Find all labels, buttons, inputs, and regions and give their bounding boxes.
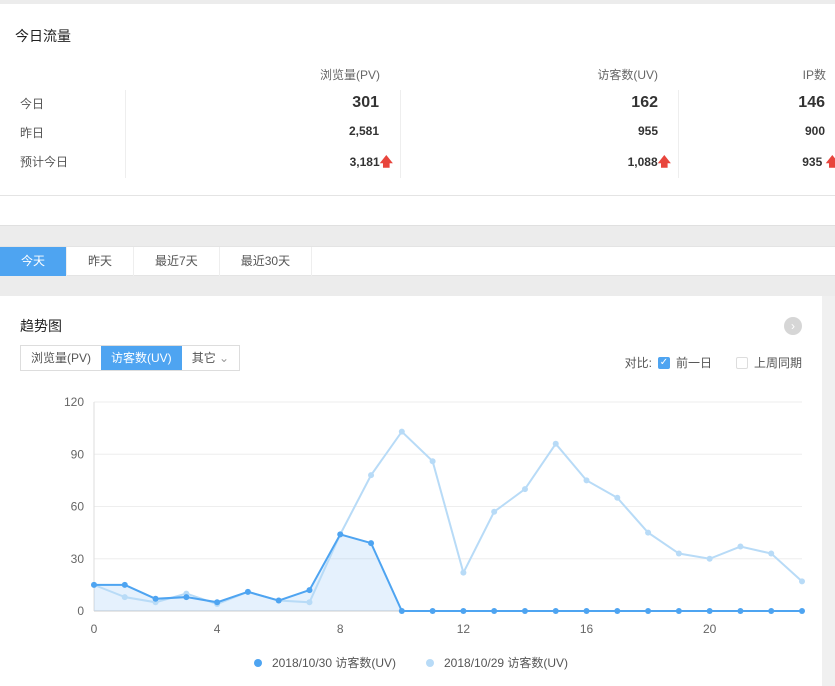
- data-point: [398, 428, 405, 435]
- data-point: [614, 608, 621, 614]
- data-point: [737, 543, 744, 550]
- x-tick-label: 16: [580, 622, 594, 636]
- legend-today[interactable]: 2018/10/30 访客数(UV): [253, 654, 396, 671]
- trend-card: 趋势图 › 浏览量(PV) 访客数(UV) 其它 ⌄ 对比: ✓ 前一日 上周同…: [0, 296, 822, 686]
- data-point: [645, 608, 652, 614]
- x-tick-label: 20: [703, 622, 717, 636]
- x-tick-label: 8: [337, 622, 344, 636]
- data-point: [183, 594, 190, 601]
- x-tick-label: 4: [214, 622, 221, 636]
- today-ip: 146: [798, 94, 825, 111]
- row-label-forecast: 预计今日: [20, 155, 69, 169]
- data-point: [675, 550, 682, 557]
- today-pv: 301: [352, 94, 379, 111]
- data-point: [706, 555, 713, 562]
- legend-prev[interactable]: 2018/10/29 访客数(UV): [426, 654, 568, 671]
- data-point: [675, 608, 682, 614]
- x-tick-label: 0: [91, 622, 98, 636]
- data-point: [275, 597, 282, 604]
- series-line: [93, 430, 803, 606]
- y-tick-label: 90: [71, 447, 85, 461]
- data-point: [429, 608, 436, 614]
- yesterday-uv: 955: [637, 124, 658, 138]
- col-uv: 访客数(UV): [597, 68, 658, 82]
- data-point: [521, 608, 528, 614]
- data-point: [768, 608, 775, 614]
- forecast-pv: 3,181: [349, 155, 380, 169]
- forecast-ip: 935: [802, 155, 823, 169]
- traffic-title: 今日流量: [15, 28, 71, 44]
- y-tick-label: 60: [71, 500, 85, 514]
- tab-today[interactable]: 今天: [0, 247, 68, 276]
- data-point: [121, 594, 128, 601]
- arrow-up-icon: 🡅: [825, 154, 835, 169]
- data-point: [768, 550, 775, 557]
- data-point: [214, 599, 221, 606]
- data-point: [706, 608, 713, 614]
- y-tick-label: 120: [64, 395, 84, 409]
- data-point: [491, 508, 498, 515]
- data-point: [583, 608, 590, 614]
- data-point: [737, 608, 744, 614]
- data-point: [306, 587, 313, 594]
- data-point: [552, 440, 559, 447]
- data-point: [799, 578, 805, 585]
- data-point: [368, 472, 375, 479]
- today-uv: 162: [631, 94, 658, 111]
- data-point: [460, 569, 467, 576]
- series-line: [94, 533, 802, 612]
- data-point: [491, 608, 498, 614]
- data-point: [121, 581, 128, 588]
- scrollbar[interactable]: [822, 296, 835, 686]
- trend-chart: 0 30 60 90 120 0 4 8 12 16 20: [64, 395, 805, 636]
- y-tick-label: 0: [77, 604, 84, 618]
- y-tick-label: 30: [71, 552, 85, 566]
- col-pv: 浏览量(PV): [319, 68, 380, 82]
- arrow-up-icon: 🡅: [379, 154, 393, 169]
- chart-legend: 2018/10/30 访客数(UV) 2018/10/29 访客数(UV): [0, 654, 822, 671]
- col-ip: IP数: [802, 68, 826, 82]
- data-point: [244, 588, 251, 595]
- data-point: [306, 599, 313, 606]
- yesterday-pv: 2,581: [348, 124, 379, 138]
- row-label-today: 今日: [20, 97, 45, 111]
- data-point: [398, 608, 405, 614]
- tab-last-30-days[interactable]: 最近30天: [220, 247, 313, 276]
- date-range-tabs: 今天 昨天 最近7天 最近30天: [0, 246, 835, 276]
- data-point: [583, 477, 590, 484]
- data-point: [799, 608, 805, 614]
- arrow-up-icon: 🡅: [657, 154, 671, 169]
- data-point: [552, 608, 559, 614]
- row-label-yesterday: 昨日: [20, 126, 45, 140]
- forecast-uv: 1,088: [627, 155, 658, 169]
- data-point: [337, 531, 344, 538]
- tab-yesterday[interactable]: 昨天: [67, 247, 135, 276]
- yesterday-ip: 900: [804, 124, 825, 138]
- data-point: [368, 540, 375, 547]
- data-point: [645, 529, 652, 536]
- traffic-card: 今日流量 浏览量(PV) 访客数(UV) IP数 今日 昨日 预计今日 301 …: [0, 4, 835, 196]
- x-tick-label: 12: [457, 622, 471, 636]
- data-point: [460, 608, 467, 614]
- data-point: [614, 494, 621, 501]
- tab-last-7-days[interactable]: 最近7天: [134, 247, 220, 276]
- data-point: [521, 486, 528, 493]
- data-point: [429, 458, 436, 465]
- data-point: [91, 581, 97, 588]
- spacer-strip: [0, 196, 835, 226]
- data-point: [152, 595, 159, 602]
